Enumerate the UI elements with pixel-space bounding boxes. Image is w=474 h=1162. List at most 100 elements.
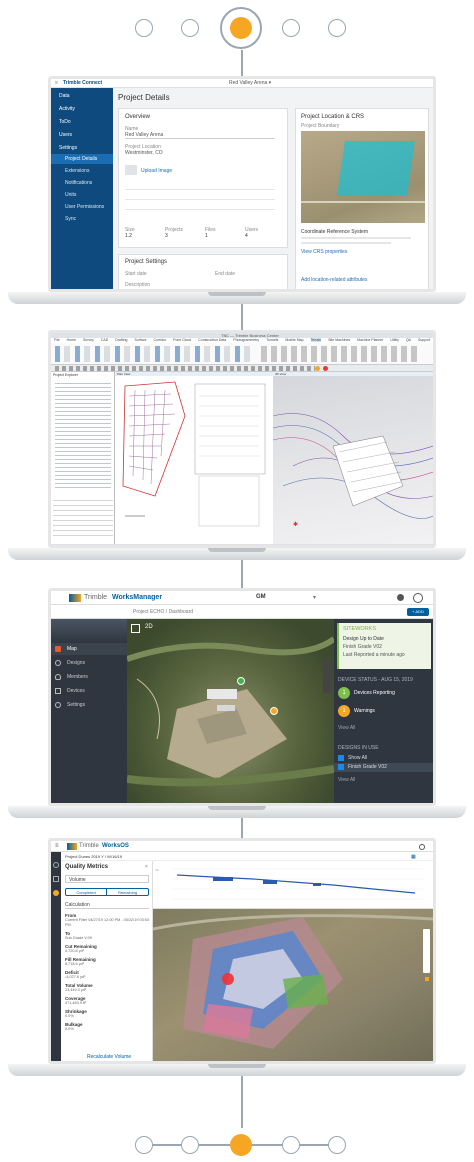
step-dot[interactable] bbox=[135, 19, 153, 37]
profile-chart[interactable]: 4 k bbox=[153, 861, 433, 909]
rail-icon[interactable] bbox=[53, 876, 59, 882]
nav-units[interactable]: Units bbox=[65, 192, 76, 198]
menu-item[interactable]: Point Cloud bbox=[173, 338, 191, 342]
expand-icon[interactable] bbox=[131, 624, 140, 633]
nav-activity[interactable]: Activity bbox=[59, 106, 75, 112]
step-dot-active[interactable] bbox=[230, 1134, 252, 1156]
project-selector[interactable]: Red Valley Arena ▾ bbox=[229, 80, 271, 86]
explorer-properties[interactable] bbox=[53, 496, 113, 536]
design-item[interactable]: Finish Grade V02 bbox=[348, 764, 387, 770]
metric-select[interactable]: Volume bbox=[65, 875, 149, 883]
nav-users[interactable]: Users bbox=[59, 132, 72, 138]
nav-designs[interactable]: Designs bbox=[67, 660, 85, 666]
nav-sync[interactable]: Sync bbox=[65, 216, 76, 222]
step-dot[interactable] bbox=[181, 19, 199, 37]
view-2d-toggle[interactable]: 2D bbox=[145, 624, 153, 630]
user-avatar-icon[interactable] bbox=[413, 593, 423, 603]
map-tool-icon[interactable] bbox=[425, 977, 429, 981]
nav-todo[interactable]: ToDo bbox=[59, 119, 71, 125]
nav-devices[interactable]: Devices bbox=[67, 688, 85, 694]
breadcrumb[interactable]: Project Dunes 2019 Y / W/16/19 bbox=[65, 854, 122, 860]
menu-icon[interactable]: ≡ bbox=[55, 80, 58, 86]
explorer-tree[interactable] bbox=[55, 380, 111, 490]
ribbon-tools[interactable] bbox=[261, 346, 421, 362]
rail-icon-active[interactable] bbox=[53, 890, 59, 896]
menu-item[interactable]: Machine Planner bbox=[357, 338, 383, 342]
nav-project-details[interactable]: Project Details bbox=[65, 156, 97, 162]
menu-item[interactable]: Construction Data bbox=[198, 338, 226, 342]
user-icon[interactable] bbox=[419, 844, 425, 850]
map-zoom-controls[interactable] bbox=[423, 929, 430, 973]
map-zoom-controls[interactable] bbox=[323, 659, 331, 693]
device-marker-icon[interactable] bbox=[237, 677, 245, 685]
nav-data[interactable]: Data bbox=[59, 93, 70, 99]
menu-item[interactable]: File bbox=[54, 338, 60, 342]
toolbar-icon[interactable] bbox=[323, 366, 328, 371]
menu-item[interactable]: Surface bbox=[134, 338, 146, 342]
plan-view[interactable]: Plan View bbox=[115, 372, 273, 544]
org-selector[interactable]: GM bbox=[256, 594, 266, 600]
recalculate-button[interactable]: Recalculate Volume bbox=[87, 1054, 131, 1060]
add-attributes-link[interactable]: Add location-related attributes bbox=[301, 277, 367, 283]
nav-notifications[interactable]: Notifications bbox=[65, 180, 92, 186]
nav-settings[interactable]: Settings bbox=[67, 702, 85, 708]
help-icon[interactable] bbox=[397, 594, 404, 601]
layers-icon[interactable]: ▦ bbox=[411, 854, 416, 860]
name-field[interactable]: Red Valley Arena bbox=[125, 132, 275, 139]
wm-map[interactable]: 2D bbox=[127, 619, 334, 803]
warning-marker-icon[interactable] bbox=[270, 707, 278, 715]
checkbox-icon[interactable] bbox=[338, 764, 344, 770]
wos-map[interactable] bbox=[153, 909, 433, 1061]
toolbar-icon[interactable] bbox=[315, 366, 320, 371]
chevron-down-icon[interactable]: ▾ bbox=[313, 594, 316, 601]
menu-item[interactable]: CAD bbox=[101, 338, 108, 342]
menu-item[interactable]: QA bbox=[406, 338, 411, 342]
nav-map[interactable]: Map bbox=[67, 646, 77, 652]
close-icon[interactable]: × bbox=[145, 864, 148, 870]
menu-item[interactable]: Survey bbox=[83, 338, 94, 342]
boundary-map[interactable] bbox=[301, 131, 425, 223]
end-date-field[interactable]: End date bbox=[215, 271, 235, 277]
step-dot[interactable] bbox=[328, 1136, 346, 1154]
menu-item[interactable]: Mobile Map bbox=[285, 338, 303, 342]
menu-item[interactable]: Photogrammetry bbox=[233, 338, 259, 342]
nav-user-permissions[interactable]: User Permissions bbox=[65, 204, 104, 210]
nav-members[interactable]: Members bbox=[67, 674, 88, 680]
tab-completed[interactable]: Completed bbox=[65, 888, 107, 896]
menu-item[interactable]: Utility bbox=[390, 338, 399, 342]
step-dot[interactable] bbox=[328, 19, 346, 37]
description-field[interactable]: Description bbox=[125, 282, 150, 288]
menu-item[interactable]: Corridor bbox=[154, 338, 167, 342]
3d-view[interactable]: 3D View ✱ bbox=[273, 372, 433, 544]
crs-link[interactable]: View CRS properties bbox=[301, 249, 347, 255]
step-dot[interactable] bbox=[181, 1136, 199, 1154]
step-dot[interactable] bbox=[135, 1136, 153, 1154]
step-dot[interactable] bbox=[282, 19, 300, 37]
add-button[interactable]: + ADD bbox=[407, 608, 429, 616]
checkbox-icon[interactable] bbox=[338, 755, 344, 761]
menu-item[interactable]: Drafting bbox=[115, 338, 127, 342]
tab-remaining[interactable]: Remaining bbox=[107, 888, 149, 896]
menu-item[interactable]: Support bbox=[418, 338, 430, 342]
warnings-label[interactable]: Warnings bbox=[354, 708, 375, 714]
menu-item[interactable]: Site Machines bbox=[328, 338, 350, 342]
upload-image-link[interactable]: Upload Image bbox=[141, 168, 172, 174]
toolbar-icons[interactable] bbox=[55, 366, 315, 371]
nav-settings[interactable]: Settings bbox=[59, 145, 77, 151]
calculation-select[interactable]: Calculation bbox=[65, 902, 149, 909]
menu-icon[interactable]: ≡ bbox=[55, 843, 59, 849]
ribbon-tools[interactable] bbox=[55, 346, 255, 362]
devices-reporting-label[interactable]: Devices Reporting bbox=[354, 690, 395, 696]
show-all-label[interactable]: Show All bbox=[348, 755, 367, 761]
view-all-link[interactable]: View All bbox=[338, 725, 355, 731]
nav-extensions[interactable]: Extensions bbox=[65, 168, 89, 174]
rail-icon[interactable] bbox=[53, 862, 59, 868]
breadcrumb[interactable]: Project ECHO / Dashboard bbox=[133, 609, 193, 615]
siteworks-callout[interactable]: SITEWORKS Design Up to Date Finish Grade… bbox=[337, 623, 431, 669]
menu-item[interactable]: Tunnels bbox=[266, 338, 278, 342]
menu-item[interactable]: Home bbox=[67, 338, 76, 342]
step-dot[interactable] bbox=[282, 1136, 300, 1154]
view-all-link[interactable]: View All bbox=[338, 777, 355, 783]
menu-item-active[interactable]: Terrain bbox=[310, 338, 322, 342]
start-date-field[interactable]: Start date bbox=[125, 271, 147, 277]
